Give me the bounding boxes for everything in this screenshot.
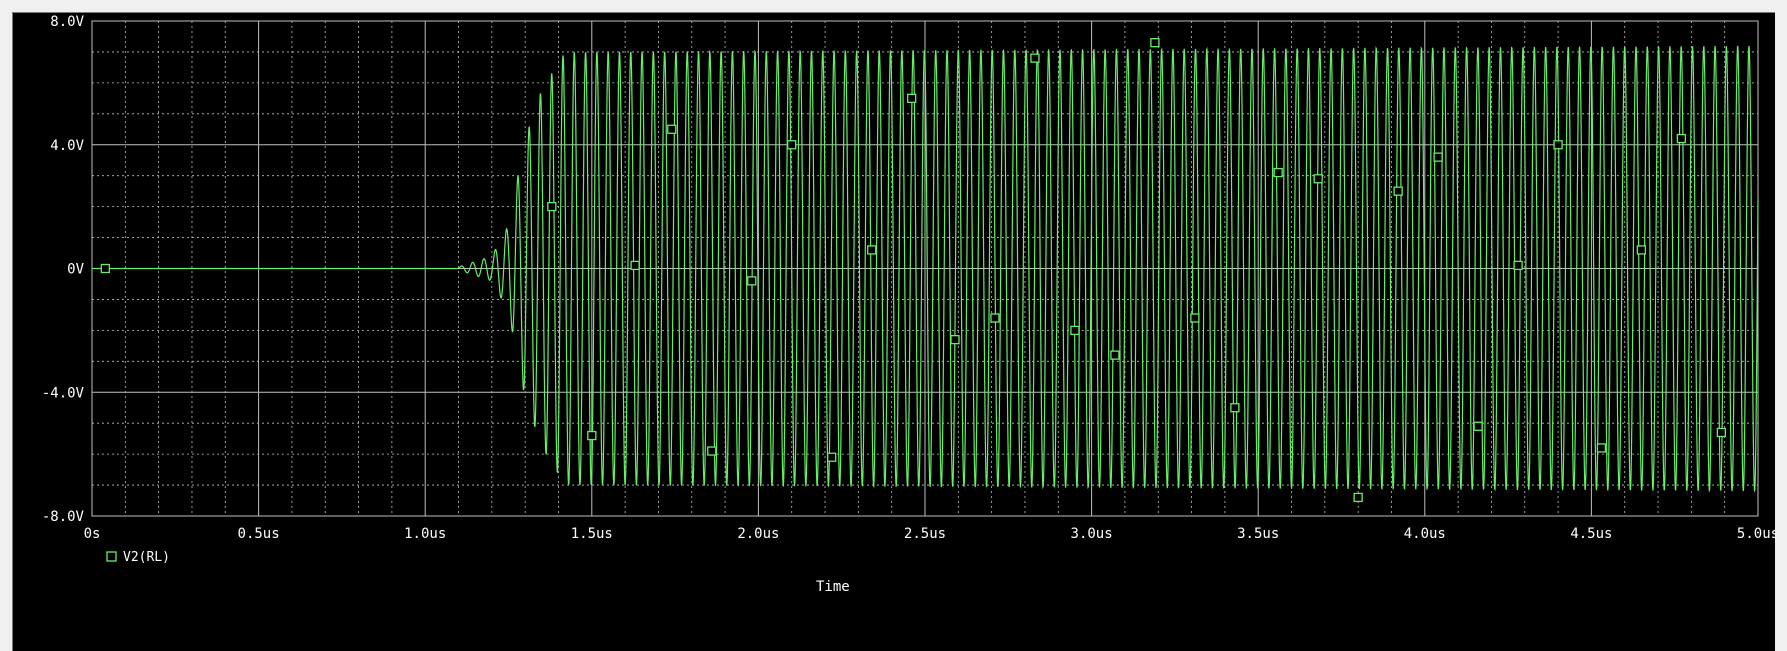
x-tick-label: 3.0us — [1071, 526, 1113, 542]
x-tick-label: 2.0us — [737, 526, 779, 542]
data-point-marker[interactable] — [667, 124, 677, 134]
x-tick-label: 4.0us — [1404, 526, 1446, 542]
data-point-marker[interactable] — [1473, 421, 1483, 431]
data-point-marker[interactable] — [1393, 186, 1403, 196]
x-tick-label: 4.5us — [1570, 526, 1612, 542]
data-point-marker[interactable] — [547, 201, 557, 212]
data-point-marker[interactable] — [1150, 38, 1160, 48]
data-point-marker[interactable] — [1676, 133, 1687, 144]
data-point-marker[interactable] — [1716, 427, 1726, 438]
plot-frame: 0s 0.5us 1.0us 1.5us 2.0us 2.5us 3.0us 3.5us 4.0… — [12, 12, 1775, 651]
legend-marker-icon — [106, 551, 117, 562]
data-point-marker[interactable] — [1230, 403, 1240, 413]
y-tick-label: 8.0V — [50, 14, 84, 30]
legend[interactable]: V2(RL) — [106, 550, 170, 565]
x-tick-label: 1.0us — [404, 526, 446, 542]
x-tick-label: 1.5us — [571, 526, 613, 542]
x-tick-label: 2.5us — [904, 526, 946, 542]
data-point-marker[interactable] — [990, 313, 1000, 323]
data-point-marker[interactable] — [100, 263, 110, 274]
data-point-marker[interactable] — [1110, 350, 1120, 360]
data-point-marker[interactable] — [1553, 140, 1563, 150]
data-point-marker[interactable] — [587, 430, 597, 441]
data-point-marker[interactable] — [1513, 260, 1523, 271]
y-tick-label: 4.0V — [50, 138, 84, 154]
data-point-marker[interactable] — [867, 245, 877, 255]
data-point-marker[interactable] — [827, 452, 837, 462]
data-point-marker[interactable] — [950, 335, 960, 345]
x-tick-label: 5.0us — [1737, 526, 1775, 542]
plot-area[interactable]: 0s 0.5us 1.0us 1.5us 2.0us 2.5us 3.0us 3.5us 4.0… — [13, 13, 1775, 651]
data-point-marker[interactable] — [1313, 174, 1323, 184]
data-point-marker[interactable] — [1030, 53, 1040, 63]
data-point-marker[interactable] — [1353, 492, 1363, 503]
data-point-marker[interactable] — [1596, 443, 1607, 453]
data-point-marker[interactable] — [1273, 167, 1283, 178]
data-point-marker[interactable] — [630, 260, 640, 271]
data-point-marker[interactable] — [787, 140, 797, 150]
data-point-marker[interactable] — [1636, 245, 1647, 255]
data-point-marker[interactable] — [1190, 313, 1200, 323]
data-point-marker[interactable] — [747, 276, 757, 286]
data-point-marker[interactable] — [1070, 325, 1080, 336]
x-tick-label: 3.5us — [1237, 526, 1279, 542]
y-tick-label: 0V — [67, 262, 84, 278]
data-point-marker[interactable] — [707, 446, 717, 456]
y-tick-label: -8.0V — [42, 509, 85, 525]
y-tick-label: -4.0V — [42, 385, 85, 401]
x-tick-label: 0s — [84, 526, 101, 542]
legend-label-v2-rl[interactable]: V2(RL) — [123, 550, 170, 565]
data-point-marker[interactable] — [907, 93, 917, 103]
x-axis-label: Time — [816, 579, 850, 595]
probe-window: 0s 0.5us 1.0us 1.5us 2.0us 2.5us 3.0us 3.5us 4.0… — [0, 0, 1787, 651]
data-point-marker[interactable] — [1433, 152, 1443, 162]
x-tick-label: 0.5us — [238, 526, 280, 542]
